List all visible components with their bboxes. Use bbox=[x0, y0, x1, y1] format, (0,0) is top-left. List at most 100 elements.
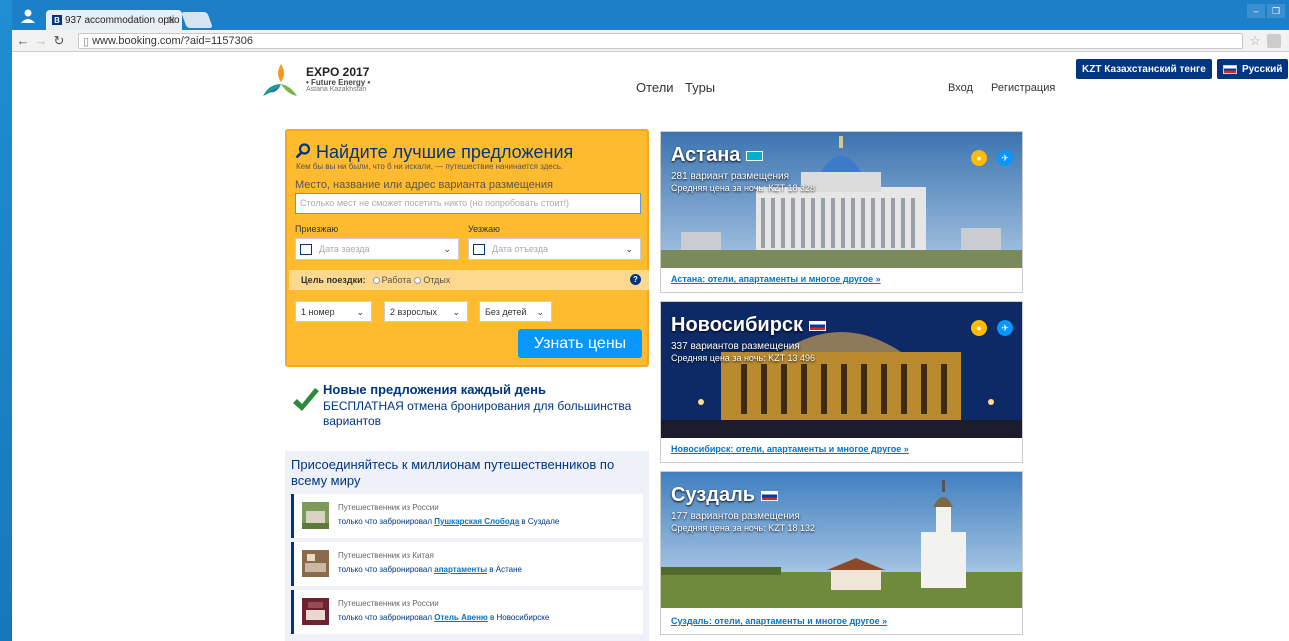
city-card-novosibirsk[interactable]: Новосибирск 337 вариантов размещения Сре… bbox=[660, 301, 1023, 463]
checkin-placeholder: Дата заезда bbox=[319, 244, 370, 254]
signin-link[interactable]: Вход bbox=[948, 82, 973, 94]
booking-item: Путешественник из России только что забр… bbox=[291, 494, 643, 538]
bookmark-star-icon[interactable]: ☆ bbox=[1249, 33, 1261, 49]
help-icon[interactable]: ? bbox=[630, 274, 641, 285]
landmark-icon: ● bbox=[971, 150, 987, 166]
work-radio[interactable] bbox=[372, 276, 380, 284]
checkout-date-field[interactable]: Дата отъезда ⌄ bbox=[468, 238, 641, 260]
hotel-link[interactable]: апартаменты bbox=[434, 565, 487, 574]
city-link[interactable]: Новосибирск: отели, апартаменты и многое… bbox=[671, 444, 909, 454]
city-count: 281 вариант размещения bbox=[671, 171, 790, 182]
nav-hotels[interactable]: Отели bbox=[636, 80, 674, 95]
url-input[interactable]: ▯ www.booking.com/?aid=1157306 bbox=[78, 33, 1243, 49]
search-title-text: Найдите лучшие предложения bbox=[316, 142, 574, 162]
currency-button[interactable]: KZT Казахстанский тенге bbox=[1076, 59, 1212, 79]
traveller-origin: Путешественник из России bbox=[338, 599, 439, 608]
reload-icon[interactable]: ↻ bbox=[52, 33, 66, 49]
social-proof-title: Присоединяйтесь к миллионам путешественн… bbox=[291, 457, 615, 488]
nav-tours[interactable]: Туры bbox=[685, 80, 715, 95]
city-name: Новосибирск bbox=[671, 314, 827, 337]
expo-place: Astana Kazakhstan bbox=[306, 86, 367, 93]
browser-window: B 937 accommodation optio ✕ – ❐ ← → ↻ ▯ … bbox=[12, 0, 1289, 641]
extension-icon[interactable] bbox=[1267, 34, 1281, 48]
booking-favicon-icon: B bbox=[52, 15, 62, 25]
rooms-select[interactable]: 1 номер ⌄ bbox=[295, 301, 372, 322]
booking-text: только что забронировал Отель Авеню в Но… bbox=[338, 613, 550, 622]
plane-icon: ✈ bbox=[997, 150, 1013, 166]
restore-icon[interactable]: ❐ bbox=[1267, 4, 1285, 18]
user-icon[interactable] bbox=[18, 9, 38, 25]
plane-icon: ✈ bbox=[997, 320, 1013, 336]
adults-select[interactable]: 2 взрослых ⌄ bbox=[384, 301, 468, 322]
tab-strip: B 937 accommodation optio ✕ – ❐ bbox=[12, 0, 1289, 30]
leisure-label: Отдых bbox=[423, 275, 451, 285]
search-submit-button[interactable]: Узнать цены bbox=[518, 329, 642, 358]
city-link[interactable]: Астана: отели, апартаменты и многое друг… bbox=[671, 274, 881, 284]
place-input[interactable]: Столько мест не сможет посетить никто (н… bbox=[295, 193, 641, 214]
magnifier-icon bbox=[295, 143, 311, 159]
city-name: Астана bbox=[671, 144, 764, 167]
city-price: Средняя цена за ночь: KZT 18 328 bbox=[671, 183, 815, 193]
trip-purpose-row: Цель поездки: Работа Отдых ? bbox=[289, 270, 649, 290]
expo-logo-icon[interactable] bbox=[261, 62, 299, 100]
deals-text: БЕСПЛАТНАЯ отмена бронирования для больш… bbox=[323, 399, 632, 428]
minimize-icon[interactable]: – bbox=[1247, 4, 1265, 18]
chevron-down-icon: ⌄ bbox=[356, 307, 364, 317]
back-arrow-icon[interactable]: ← bbox=[16, 33, 30, 48]
search-box: Найдите лучшие предложения Кем бы вы ни … bbox=[285, 129, 649, 367]
rooms-value: 1 номер bbox=[301, 306, 335, 317]
city-price: Средняя цена за ночь: KZT 13 496 bbox=[671, 353, 815, 363]
site-header: EXPO 2017 • Future Energy • Astana Kazak… bbox=[12, 52, 1289, 112]
url-text: www.booking.com/?aid=1157306 bbox=[92, 35, 253, 47]
booking-item: Путешественник из России только что забр… bbox=[291, 590, 643, 634]
city-card-suzdal[interactable]: Суздаль 177 вариантов размещения Средняя… bbox=[660, 471, 1023, 635]
checkin-date-field[interactable]: Дата заезда ⌄ bbox=[295, 238, 459, 260]
checkout-placeholder: Дата отъезда bbox=[492, 244, 548, 254]
page-icon: ▯ bbox=[83, 35, 90, 48]
booking-text: только что забронировал Пушкарская Слобо… bbox=[338, 517, 560, 526]
chevron-down-icon: ⌄ bbox=[625, 244, 633, 254]
city-link[interactable]: Суздаль: отели, апартаменты и многое дру… bbox=[671, 616, 887, 626]
forward-arrow-icon[interactable]: → bbox=[34, 33, 48, 48]
city-count: 177 вариантов размещения bbox=[671, 511, 800, 522]
new-tab-button[interactable] bbox=[181, 12, 213, 28]
checkmark-icon bbox=[291, 385, 321, 415]
calendar-icon bbox=[473, 243, 485, 255]
register-link[interactable]: Регистрация bbox=[991, 82, 1055, 94]
landmark-icon: ● bbox=[971, 320, 987, 336]
hotel-thumbnail-icon bbox=[302, 598, 329, 625]
language-button[interactable]: Русский bbox=[1217, 59, 1289, 79]
calendar-icon bbox=[300, 243, 312, 255]
traveller-origin: Путешественник из России bbox=[338, 503, 439, 512]
address-bar-row: ← → ↻ ▯ www.booking.com/?aid=1157306 ☆ bbox=[12, 30, 1289, 52]
tab-title: 937 accommodation optio bbox=[65, 14, 180, 26]
city-count: 337 вариантов размещения bbox=[671, 341, 800, 352]
place-label: Место, название или адрес варианта разме… bbox=[295, 179, 553, 191]
booking-text: только что забронировал апартаменты в Ас… bbox=[338, 565, 522, 574]
hotel-link[interactable]: Отель Авеню bbox=[434, 613, 488, 622]
window-controls: – ❐ bbox=[1247, 4, 1285, 18]
depart-label: Уезжаю bbox=[468, 224, 500, 234]
russia-flag-icon bbox=[1223, 64, 1237, 74]
currency-label: KZT Казахстанский тенге bbox=[1082, 63, 1206, 75]
deals-title: Новые предложения каждый день bbox=[323, 382, 546, 397]
social-proof-panel: Присоединяйтесь к миллионам путешественн… bbox=[285, 451, 649, 641]
work-label: Работа bbox=[381, 275, 412, 285]
adults-value: 2 взрослых bbox=[390, 306, 438, 317]
kazakhstan-flag-icon bbox=[746, 150, 764, 161]
hotel-thumbnail-icon bbox=[302, 550, 329, 577]
hotel-link[interactable]: Пушкарская Слобода bbox=[434, 517, 519, 526]
search-title: Найдите лучшие предложения bbox=[295, 142, 573, 163]
traveller-origin: Путешественник из Китая bbox=[338, 551, 434, 560]
chevron-down-icon: ⌄ bbox=[452, 307, 460, 317]
leisure-radio[interactable] bbox=[414, 276, 422, 284]
language-label: Русский bbox=[1242, 63, 1283, 75]
chevron-down-icon: ⌄ bbox=[536, 307, 544, 317]
close-tab-icon[interactable]: ✕ bbox=[167, 14, 176, 27]
children-select[interactable]: Без детей ⌄ bbox=[479, 301, 552, 322]
city-card-astana[interactable]: Астана 281 вариант размещения Средняя це… bbox=[660, 131, 1023, 293]
expo-title: EXPO 2017 bbox=[306, 65, 370, 79]
browser-tab[interactable]: B 937 accommodation optio ✕ bbox=[46, 10, 182, 30]
city-name: Суздаль bbox=[671, 484, 779, 507]
chevron-down-icon: ⌄ bbox=[443, 244, 451, 254]
